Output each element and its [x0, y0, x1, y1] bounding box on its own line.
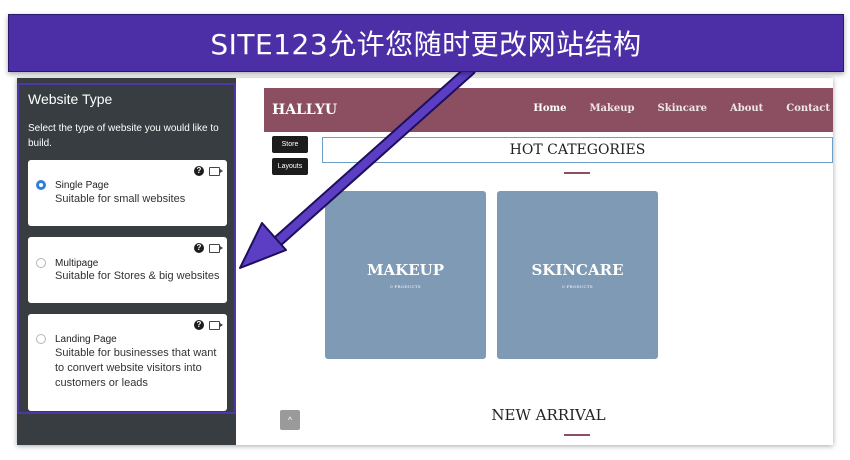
caption-banner: SITE123允许您随时更改网站结构 — [8, 14, 844, 72]
caption-text: SITE123允许您随时更改网站结构 — [210, 28, 642, 61]
